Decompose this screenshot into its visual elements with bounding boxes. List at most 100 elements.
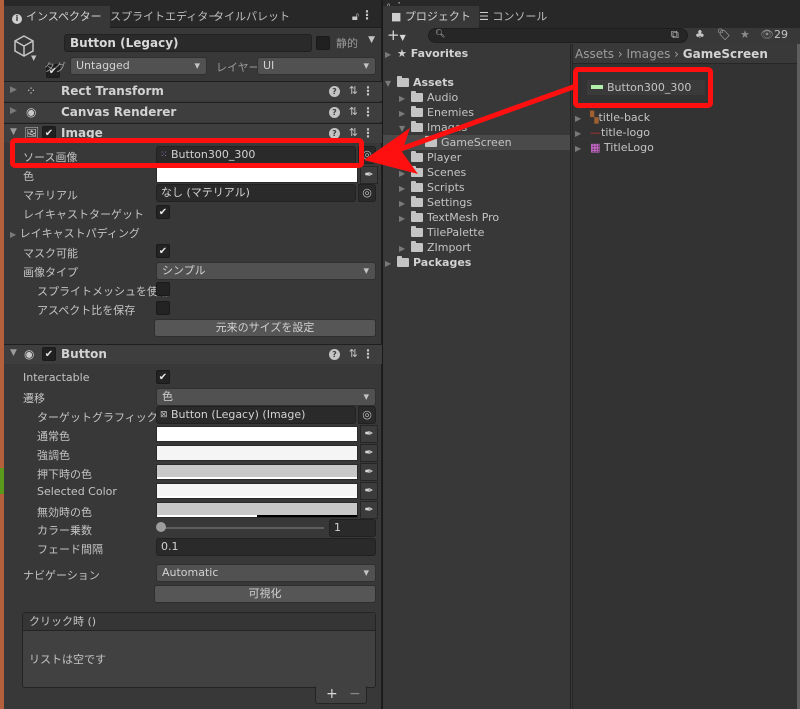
hidden-packages-toggle[interactable]: 👁︎29 [760,28,788,41]
folder-icon [411,241,423,252]
maskable-checkbox[interactable]: ✔ [156,244,170,258]
presets-icon[interactable]: ⇅ [349,84,358,97]
button-component-icon: ◉ [24,347,35,361]
use-sprite-mesh-checkbox[interactable] [156,282,170,296]
component-menu-icon[interactable]: ⋮ [362,105,374,119]
tree-folder-textmesh-pro[interactable]: ▶ TextMesh Pro [399,210,499,225]
tree-folder-gamescreen[interactable]: GameScreen [383,135,570,150]
component-title: Rect Transform [61,84,164,98]
project-search-input[interactable]: 🔍︎ [428,28,688,43]
image-color-swatch[interactable] [156,167,358,183]
raycast-padding-foldout[interactable]: ▶ レイキャストパディング [10,225,140,241]
set-native-size-button[interactable]: 元来のサイズを設定 [154,319,376,337]
eyedropper-icon[interactable]: ✒ [360,482,378,500]
eye-icon: 👁︎ [760,28,774,41]
tree-favorites[interactable]: ▶ ★ Favorites [385,46,468,61]
fade-duration-input[interactable]: 0.1 [156,538,376,556]
visualize-button[interactable]: 可視化 [154,585,376,603]
asset-titlelogo[interactable]: ▶ ▦ TitleLogo [575,140,654,155]
tree-folder-scripts[interactable]: ▶ Scripts [399,180,465,195]
image-type-dropdown[interactable]: シンプル [156,262,376,280]
tab-project[interactable]: ■ プロジェクト [383,6,479,28]
breadcrumb-images[interactable]: Images [627,47,671,61]
tree-packages[interactable]: ▶ Packages [385,255,471,270]
color-multiplier-slider-handle[interactable] [156,522,166,532]
highlighted-color-swatch[interactable] [156,445,358,461]
pressed-color-swatch[interactable] [156,464,358,480]
favorite-star-icon[interactable]: ★ [740,28,750,41]
tab-inspector[interactable]: i インスペクター [4,6,110,28]
remove-event-button[interactable]: − [349,686,361,702]
normal-color-swatch[interactable] [156,426,358,442]
button-component-header[interactable]: ▼ ◉ ✔ Button ? ⇅ ⋮ [4,344,382,364]
lock-icon[interactable]: 🔓︎ [352,10,359,24]
color-multiplier-slider-track[interactable] [161,527,324,529]
tab-console[interactable]: ☰ コンソール [471,6,555,28]
tree-folder-settings[interactable]: ▶ Settings [399,195,472,210]
search-scope-icon[interactable]: ⧉ [671,28,679,42]
eyedropper-icon[interactable]: ✒ [360,166,378,184]
help-icon[interactable]: ? [329,86,340,97]
eyedropper-icon[interactable]: ✒ [360,463,378,481]
static-checkbox[interactable] [316,36,330,50]
target-graphic-field[interactable]: ⊠ Button (Legacy) (Image) [156,406,356,424]
transition-dropdown[interactable]: 色 [156,388,376,406]
tree-folder-images[interactable]: ▼ Images [399,120,467,135]
tag-label: タグ [44,61,66,74]
preserve-aspect-checkbox[interactable] [156,301,170,315]
component-menu-icon[interactable]: ⋮ [362,126,374,140]
help-icon[interactable]: ? [329,107,340,118]
project-panel: ■ プロジェクト ☰ コンソール 🔓︎ ⋮ +▼ 🔍︎ ⧉ ♣ 🏷︎ ★ 👁︎2… [383,0,800,709]
breadcrumb-assets[interactable]: Assets [575,47,614,61]
asset-title-back[interactable]: ▶ ▚title-back [575,110,650,125]
tree-folder-scenes[interactable]: ▶ Scenes [399,165,466,180]
presets-icon[interactable]: ⇅ [349,347,358,360]
selected-color-swatch[interactable] [156,483,358,499]
folder-icon [411,196,423,207]
tab-tile-palette[interactable]: タイルパレット [205,6,298,28]
canvas-renderer-header[interactable]: ▶ ◉ Canvas Renderer ? ⇅ ⋮ [4,102,382,122]
component-menu-icon[interactable]: ⋮ [362,347,374,361]
button-enabled-checkbox[interactable]: ✔ [42,347,56,361]
icon-dropdown-arrow[interactable]: ▼ [31,54,36,62]
layer-dropdown[interactable]: UI [257,57,376,75]
presets-icon[interactable]: ⇅ [349,105,358,118]
component-menu-icon[interactable]: ⋮ [362,84,374,98]
selected-color-label: Selected Color [37,485,117,498]
empty-list-text: リストは空です [29,653,106,666]
eyedropper-icon[interactable]: ✒ [360,444,378,462]
disabled-color-swatch[interactable] [156,502,358,518]
material-field[interactable]: なし (マテリアル) [156,184,356,202]
collapse-arrow-icon: ▼ [10,127,17,137]
material-picker[interactable]: ◎ [358,184,376,202]
tree-folder-audio[interactable]: ▶ Audio [399,90,458,105]
add-event-button[interactable]: + [326,686,338,702]
raycast-target-checkbox[interactable]: ✔ [156,205,170,219]
interactable-checkbox[interactable]: ✔ [156,370,170,384]
create-button[interactable]: +▼ [387,26,406,44]
breadcrumb-gamescreen[interactable]: GameScreen [683,47,768,61]
help-icon[interactable]: ? [329,349,340,360]
eyedropper-icon[interactable]: ✒ [360,425,378,443]
color-multiplier-input[interactable]: 1 [329,519,376,537]
filter-by-type-icon[interactable]: ♣ [695,28,705,41]
more-options-icon[interactable]: ⋮ [361,8,373,22]
tree-folder-enemies[interactable]: ▶ Enemies [399,105,474,120]
gameobject-name-input[interactable]: Button (Legacy) [64,34,312,52]
tree-assets[interactable]: ▼ Assets [385,75,454,90]
tree-folder-player[interactable]: ▶ Player [399,150,461,165]
component-title: Button [61,347,107,361]
navigation-dropdown[interactable]: Automatic [156,564,376,582]
tree-folder-tilepalette[interactable]: TilePalette [399,225,484,240]
static-dropdown-icon[interactable]: ▼ [368,35,375,45]
rect-transform-header[interactable]: ▶ ⁘ Rect Transform ? ⇅ ⋮ [4,81,382,101]
eyedropper-icon[interactable]: ✒ [360,501,378,519]
folder-icon: ■ [391,10,402,23]
target-graphic-picker[interactable]: ◎ [358,406,376,424]
sprite-thumbnail-icon: ▦ [590,141,601,154]
tree-folder-zimport[interactable]: ▶ ZImport [399,240,471,255]
tag-dropdown[interactable]: Untagged [70,57,207,75]
folder-tree: ▶ ★ Favorites ▼ Assets ▶ Audio ▶ Enemies ▼ Im… [383,44,571,709]
asset-title-logo[interactable]: ▶ —title-logo [575,125,650,140]
filter-by-label-icon[interactable]: 🏷︎ [717,28,731,41]
